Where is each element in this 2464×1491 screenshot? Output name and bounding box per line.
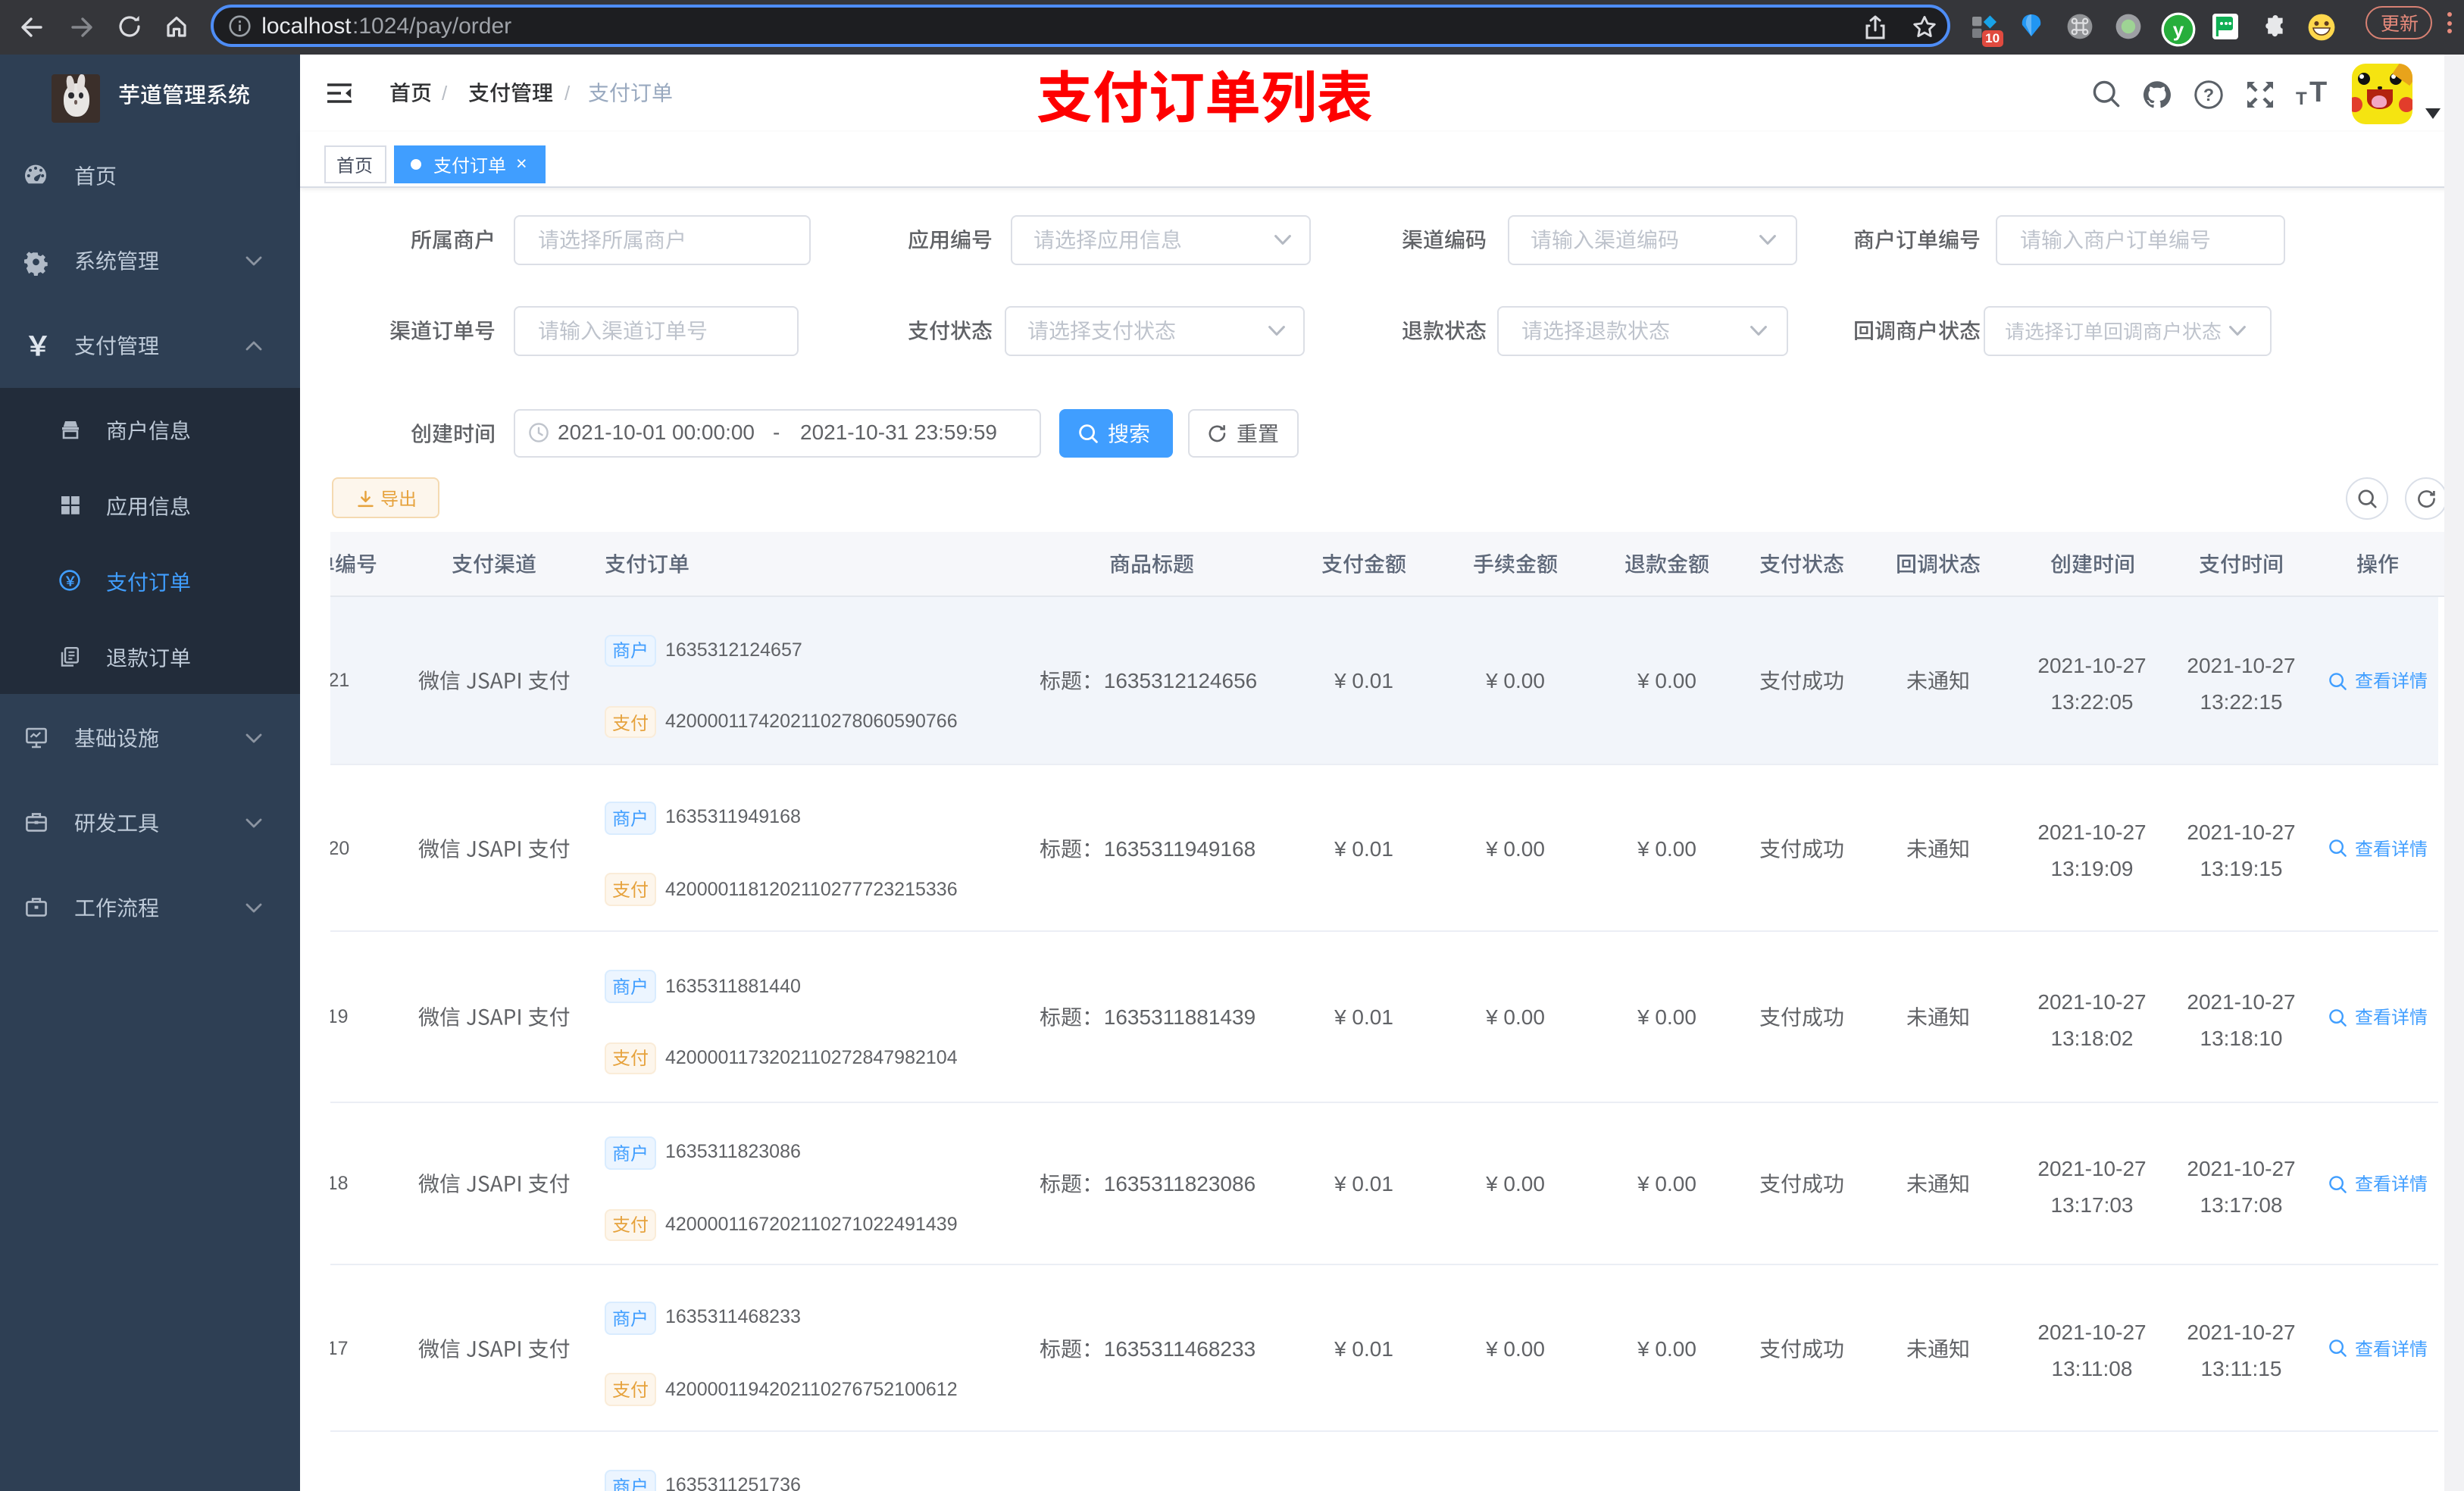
svg-text:?: ? [2203, 84, 2214, 104]
svg-text:y: y [2173, 18, 2184, 41]
